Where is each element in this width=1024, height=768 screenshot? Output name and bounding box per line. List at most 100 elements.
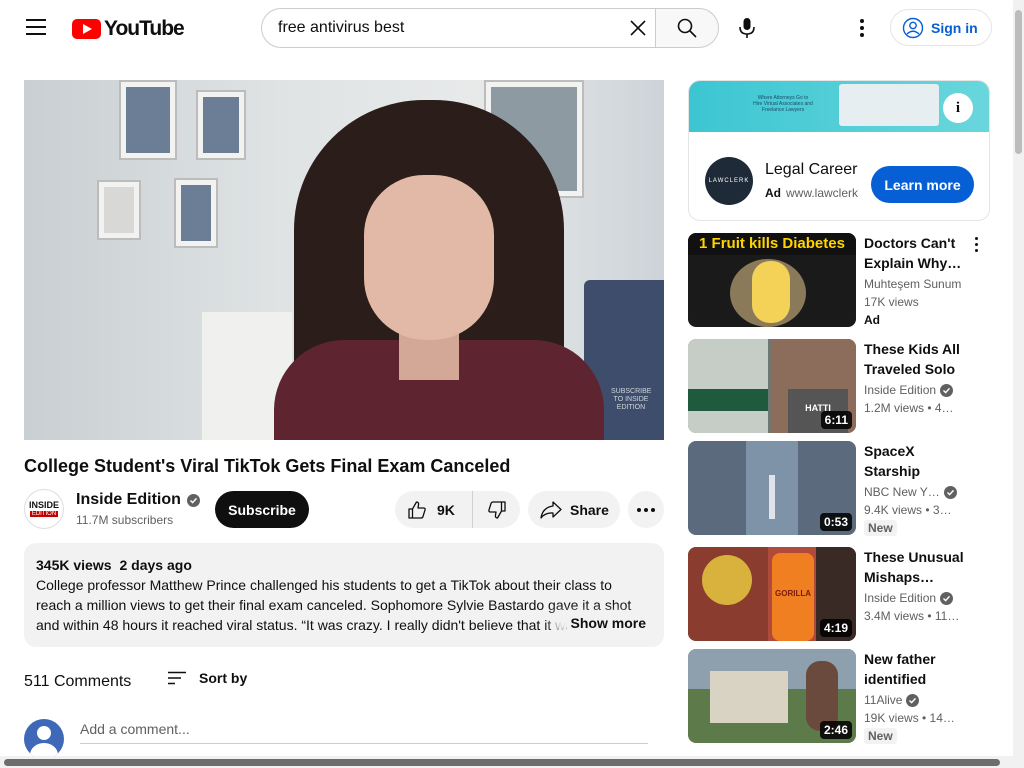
recommended-title[interactable]: Doctors Can't Explain Why…: [864, 233, 966, 273]
share-icon: [540, 500, 562, 519]
video-duration: 6:11: [820, 411, 852, 429]
recommended-channel: 11Alive: [864, 693, 964, 707]
share-button[interactable]: Share: [528, 491, 620, 528]
recommended-title[interactable]: These Unusual Mishaps…: [864, 547, 966, 587]
vertical-scrollbar[interactable]: [1013, 0, 1024, 768]
verified-icon: [906, 693, 920, 707]
wall-picture: [97, 180, 141, 240]
channel-avatar-text: INSIDE: [28, 500, 59, 510]
video-title: College Student's Viral TikTok Gets Fina…: [24, 456, 511, 476]
verified-icon: [186, 493, 200, 507]
show-more-button[interactable]: Show more: [566, 613, 646, 633]
video-thumbnail[interactable]: GORILLA 4:19: [688, 547, 856, 641]
thumbnail-house: [710, 671, 788, 723]
learn-more-button[interactable]: Learn more: [871, 166, 974, 203]
channel-name[interactable]: Inside Edition: [76, 491, 200, 509]
info-icon[interactable]: i: [943, 93, 973, 123]
view-count: 345K views: [36, 557, 112, 573]
new-badge: New: [864, 728, 897, 744]
subscribe-button[interactable]: Subscribe: [215, 491, 309, 528]
video-thumbnail[interactable]: HATTI 6:11: [688, 339, 856, 433]
recommended-meta: 19K views • 14…: [864, 711, 955, 725]
description-box[interactable]: 345K views 2 days ago College professor M…: [24, 543, 664, 647]
video-duration: 4:19: [819, 619, 852, 637]
youtube-logo[interactable]: YouTube: [72, 17, 185, 41]
channel-name-text: Inside Edition: [76, 491, 181, 508]
settings-more-icon[interactable]: [851, 16, 873, 40]
recommended-item[interactable]: GORILLA 4:19 These Unusual Mishaps… Insi…: [688, 547, 988, 641]
thumbnail-flowers: [702, 555, 752, 605]
verified-icon: [940, 383, 954, 397]
horizontal-scrollbar-thumb[interactable]: [4, 759, 1000, 766]
recommended-title[interactable]: SpaceX Starship Rock…: [864, 441, 966, 481]
thumb-up-icon: [408, 500, 426, 519]
youtube-play-icon: [72, 19, 101, 39]
sign-in-label: Sign in: [931, 19, 978, 36]
recommended-channel-name: 11Alive: [864, 693, 903, 707]
video-thumbnail[interactable]: 2:46: [688, 649, 856, 743]
ad-banner-text: Where Attorneys Go to Hire Virtual Assoc…: [753, 95, 813, 113]
ad-logo: LAWCLERK: [705, 157, 753, 205]
recommended-meta: 3.4M views • 11…: [864, 609, 960, 623]
clear-icon[interactable]: [628, 18, 648, 38]
horizontal-scrollbar[interactable]: [0, 756, 1013, 768]
search-button[interactable]: [655, 8, 719, 48]
voice-search-button[interactable]: [728, 9, 766, 47]
video-person-face: [364, 175, 494, 340]
recommended-title[interactable]: These Kids All Traveled Solo: [864, 339, 966, 379]
more-vert-icon[interactable]: [972, 237, 980, 255]
video-duration: 0:53: [819, 513, 852, 531]
add-comment-input[interactable]: Add a comment...: [80, 718, 648, 744]
ad-banner-screenshot: [839, 84, 939, 126]
recommended-item[interactable]: 2:46 New father identified afte… 11Alive…: [688, 649, 988, 744]
like-count: 9K: [437, 501, 455, 518]
menu-icon[interactable]: [26, 19, 46, 35]
more-actions-icon[interactable]: [628, 491, 664, 528]
channel-avatar-subtext: EDITION: [29, 511, 59, 517]
wall-picture: [196, 90, 246, 160]
user-avatar: [24, 719, 64, 759]
ad-badge: Ad: [864, 313, 880, 327]
recommended-item[interactable]: 1 Fruit kills Diabetes Doctors Can't Exp…: [688, 233, 988, 327]
new-badge: New: [864, 520, 897, 536]
ad-card[interactable]: Where Attorneys Go to Hire Virtual Assoc…: [688, 80, 990, 221]
thumbnail-fruit: [752, 261, 790, 323]
like-dislike-group: 9K: [395, 491, 520, 528]
sort-by-button[interactable]: Sort by: [167, 670, 247, 686]
thumbnail-text: GORILLA: [772, 553, 814, 641]
dislike-button[interactable]: [473, 491, 520, 528]
recommended-channel-name: Muhteşem Sunum: [864, 277, 962, 291]
search-icon: [677, 18, 697, 38]
upload-date: 2 days ago: [119, 557, 192, 573]
like-button[interactable]: 9K: [395, 491, 473, 528]
ad-line: Ad www.lawclerk: [765, 186, 861, 200]
comments-count: 511 Comments: [24, 673, 132, 690]
recommended-meta: 1.2M views • 4…: [864, 401, 954, 415]
search-box: [261, 8, 656, 48]
recommended-title[interactable]: New father identified afte…: [864, 649, 966, 689]
channel-avatar[interactable]: INSIDE EDITION: [24, 489, 64, 529]
ad-url: www.lawclerk: [786, 186, 859, 200]
thumbnail-rocket: [769, 475, 775, 519]
sign-in-button[interactable]: Sign in: [890, 9, 992, 46]
video-thumbnail[interactable]: 1 Fruit kills Diabetes: [688, 233, 856, 327]
vertical-scrollbar-thumb[interactable]: [1015, 10, 1022, 154]
thumbnail-text: 1 Fruit kills Diabetes: [688, 233, 856, 255]
recommended-meta: 17K views: [864, 295, 919, 309]
video-duration: 2:46: [819, 721, 852, 739]
ad-label: Ad: [765, 186, 781, 200]
thumb-down-icon: [487, 500, 506, 519]
search-input[interactable]: [278, 19, 618, 37]
recommended-channel: NBC New Y…: [864, 485, 964, 499]
sort-by-label: Sort by: [199, 670, 248, 686]
video-thumbnail[interactable]: 0:53: [688, 441, 856, 535]
recommended-item[interactable]: 0:53 SpaceX Starship Rock… NBC New Y… 9.…: [688, 441, 988, 536]
ad-title: Legal Career: [765, 161, 858, 178]
recommended-item[interactable]: HATTI 6:11 These Kids All Traveled Solo …: [688, 339, 988, 433]
video-player[interactable]: SUBSCRIBE TO INSIDE EDITION: [24, 80, 664, 440]
recommended-channel: Inside Edition: [864, 591, 964, 605]
recommended-channel-name: NBC New Y…: [864, 485, 940, 499]
subscriber-count: 11.7M subscribers: [76, 513, 174, 527]
wall-picture: [174, 178, 218, 248]
ad-banner[interactable]: Where Attorneys Go to Hire Virtual Assoc…: [689, 81, 989, 132]
